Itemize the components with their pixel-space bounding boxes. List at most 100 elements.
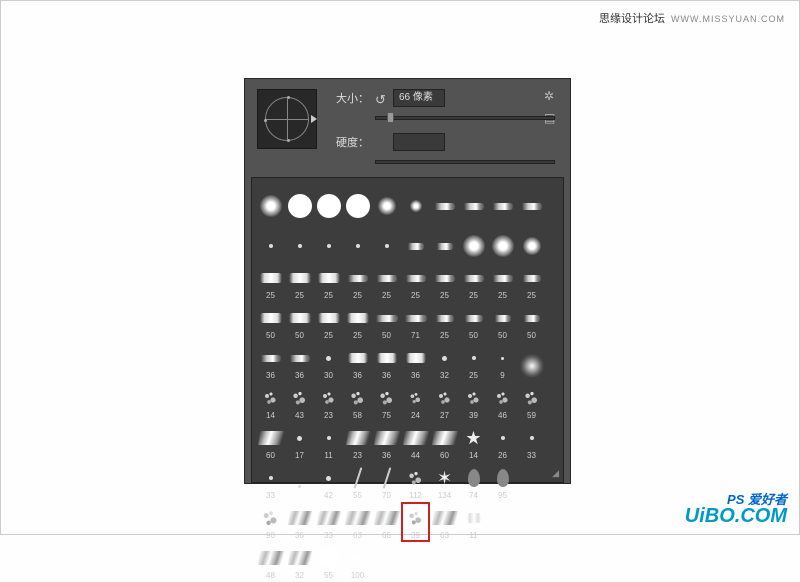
brush-preset[interactable]: 55 bbox=[314, 542, 343, 582]
brush-preset[interactable]: 25 bbox=[430, 302, 459, 342]
brush-preset[interactable]: 90 bbox=[256, 502, 285, 542]
brush-preset[interactable]: 39 bbox=[401, 502, 430, 542]
brush-preset[interactable]: 36 bbox=[285, 342, 314, 382]
brush-preset[interactable]: 112 bbox=[401, 462, 430, 502]
brush-preset[interactable]: 50 bbox=[517, 302, 546, 342]
brush-preset[interactable]: 25 bbox=[488, 262, 517, 302]
brush-preset[interactable]: 27 bbox=[430, 382, 459, 422]
brush-preset[interactable]: 23 bbox=[314, 382, 343, 422]
size-input[interactable]: 66 像素 bbox=[393, 89, 445, 107]
brush-preset[interactable]: ✶134 bbox=[430, 462, 459, 502]
brush-preset[interactable]: 36 bbox=[256, 342, 285, 382]
brush-preset[interactable]: 24 bbox=[401, 382, 430, 422]
brush-preset[interactable]: 60 bbox=[430, 422, 459, 462]
brush-preset[interactable] bbox=[285, 222, 314, 262]
gear-icon[interactable]: ✲ bbox=[544, 89, 558, 103]
brush-preset[interactable]: 66 bbox=[372, 502, 401, 542]
brush-preset[interactable] bbox=[517, 502, 546, 542]
brush-preset[interactable]: 25 bbox=[430, 262, 459, 302]
brush-preset[interactable]: 25 bbox=[372, 262, 401, 302]
brush-preset[interactable]: 25 bbox=[314, 262, 343, 302]
brush-preset[interactable] bbox=[459, 182, 488, 222]
brush-preset[interactable]: 32 bbox=[285, 542, 314, 582]
brush-preset[interactable]: 25 bbox=[314, 302, 343, 342]
brush-preset[interactable]: 46 bbox=[488, 382, 517, 422]
brush-preset[interactable]: 25 bbox=[256, 262, 285, 302]
brush-preset[interactable]: 26 bbox=[488, 422, 517, 462]
brush-preset[interactable]: 44 bbox=[401, 422, 430, 462]
brush-preset[interactable]: 33 bbox=[517, 422, 546, 462]
brush-preset[interactable]: 36 bbox=[372, 422, 401, 462]
brush-preset[interactable]: 100 bbox=[343, 542, 372, 582]
brush-preset[interactable]: 25 bbox=[459, 342, 488, 382]
hardness-input[interactable] bbox=[393, 133, 445, 151]
brush-preset[interactable]: 58 bbox=[343, 382, 372, 422]
brush-preset[interactable] bbox=[401, 222, 430, 262]
brush-preset[interactable]: 43 bbox=[285, 382, 314, 422]
brush-preset[interactable]: 60 bbox=[256, 422, 285, 462]
brush-preset[interactable]: 25 bbox=[285, 262, 314, 302]
brush-preset[interactable]: 36 bbox=[401, 342, 430, 382]
brush-preset[interactable]: 17 bbox=[285, 422, 314, 462]
brush-preset[interactable] bbox=[488, 502, 517, 542]
brush-preset[interactable] bbox=[517, 182, 546, 222]
brush-preset[interactable]: 50 bbox=[285, 302, 314, 342]
brush-preset[interactable] bbox=[372, 222, 401, 262]
brush-preset[interactable]: 36 bbox=[285, 502, 314, 542]
brush-preset[interactable] bbox=[285, 182, 314, 222]
brush-preset[interactable] bbox=[372, 182, 401, 222]
brush-preset[interactable]: 32 bbox=[430, 342, 459, 382]
resize-grip-icon[interactable]: ◢ bbox=[552, 468, 559, 479]
brush-preset[interactable] bbox=[488, 222, 517, 262]
brush-preset[interactable]: 11 bbox=[314, 422, 343, 462]
brush-preset[interactable]: 63 bbox=[343, 502, 372, 542]
reset-size-icon[interactable]: ↺ bbox=[375, 92, 387, 104]
hardness-slider[interactable] bbox=[375, 155, 555, 167]
brush-preset[interactable] bbox=[256, 222, 285, 262]
brush-preset[interactable]: 39 bbox=[459, 382, 488, 422]
brush-preset[interactable]: 11 bbox=[459, 502, 488, 542]
brush-preset[interactable] bbox=[517, 462, 546, 502]
brush-preset[interactable] bbox=[256, 182, 285, 222]
brush-preset[interactable]: 70 bbox=[372, 462, 401, 502]
brush-preset[interactable]: 36 bbox=[372, 342, 401, 382]
brush-preset[interactable]: 30 bbox=[314, 342, 343, 382]
brush-preset[interactable] bbox=[517, 342, 546, 382]
brush-preset[interactable]: 42 bbox=[314, 462, 343, 502]
brush-preset[interactable]: 14 bbox=[256, 382, 285, 422]
brush-preset[interactable] bbox=[430, 182, 459, 222]
brush-preset[interactable]: 95 bbox=[488, 462, 517, 502]
brush-preset[interactable] bbox=[430, 222, 459, 262]
brush-preset[interactable]: 63 bbox=[430, 502, 459, 542]
brush-preset[interactable] bbox=[488, 182, 517, 222]
brush-preset[interactable]: 25 bbox=[343, 262, 372, 302]
brush-preset[interactable]: 9 bbox=[488, 342, 517, 382]
brush-preset[interactable]: 59 bbox=[517, 382, 546, 422]
brush-preset[interactable]: 55 bbox=[343, 462, 372, 502]
brush-preset[interactable]: 50 bbox=[372, 302, 401, 342]
brush-preset[interactable] bbox=[401, 182, 430, 222]
brush-preset[interactable]: 75 bbox=[372, 382, 401, 422]
brush-preset[interactable]: 33 bbox=[314, 502, 343, 542]
brush-preset[interactable]: 25 bbox=[343, 302, 372, 342]
brush-preset[interactable]: 48 bbox=[256, 542, 285, 582]
brush-preset[interactable]: 25 bbox=[459, 262, 488, 302]
brush-preset[interactable] bbox=[343, 222, 372, 262]
brush-angle-preview[interactable] bbox=[257, 89, 317, 149]
brush-preset[interactable] bbox=[343, 182, 372, 222]
brush-preset[interactable]: 50 bbox=[459, 302, 488, 342]
brush-preset[interactable] bbox=[517, 222, 546, 262]
brush-preset[interactable]: 25 bbox=[401, 262, 430, 302]
brush-preset[interactable]: 33 bbox=[256, 462, 285, 502]
brush-preset[interactable]: ★14 bbox=[459, 422, 488, 462]
brush-preset[interactable]: 36 bbox=[343, 342, 372, 382]
brush-preset[interactable] bbox=[459, 222, 488, 262]
brush-preset[interactable]: 50 bbox=[256, 302, 285, 342]
brush-preset[interactable]: 23 bbox=[343, 422, 372, 462]
brush-preset[interactable]: 74 bbox=[459, 462, 488, 502]
brush-preset[interactable]: 50 bbox=[488, 302, 517, 342]
brush-preset[interactable] bbox=[314, 222, 343, 262]
brush-preset[interactable] bbox=[314, 182, 343, 222]
brush-preset[interactable]: 25 bbox=[517, 262, 546, 302]
brush-preset[interactable] bbox=[285, 462, 314, 502]
